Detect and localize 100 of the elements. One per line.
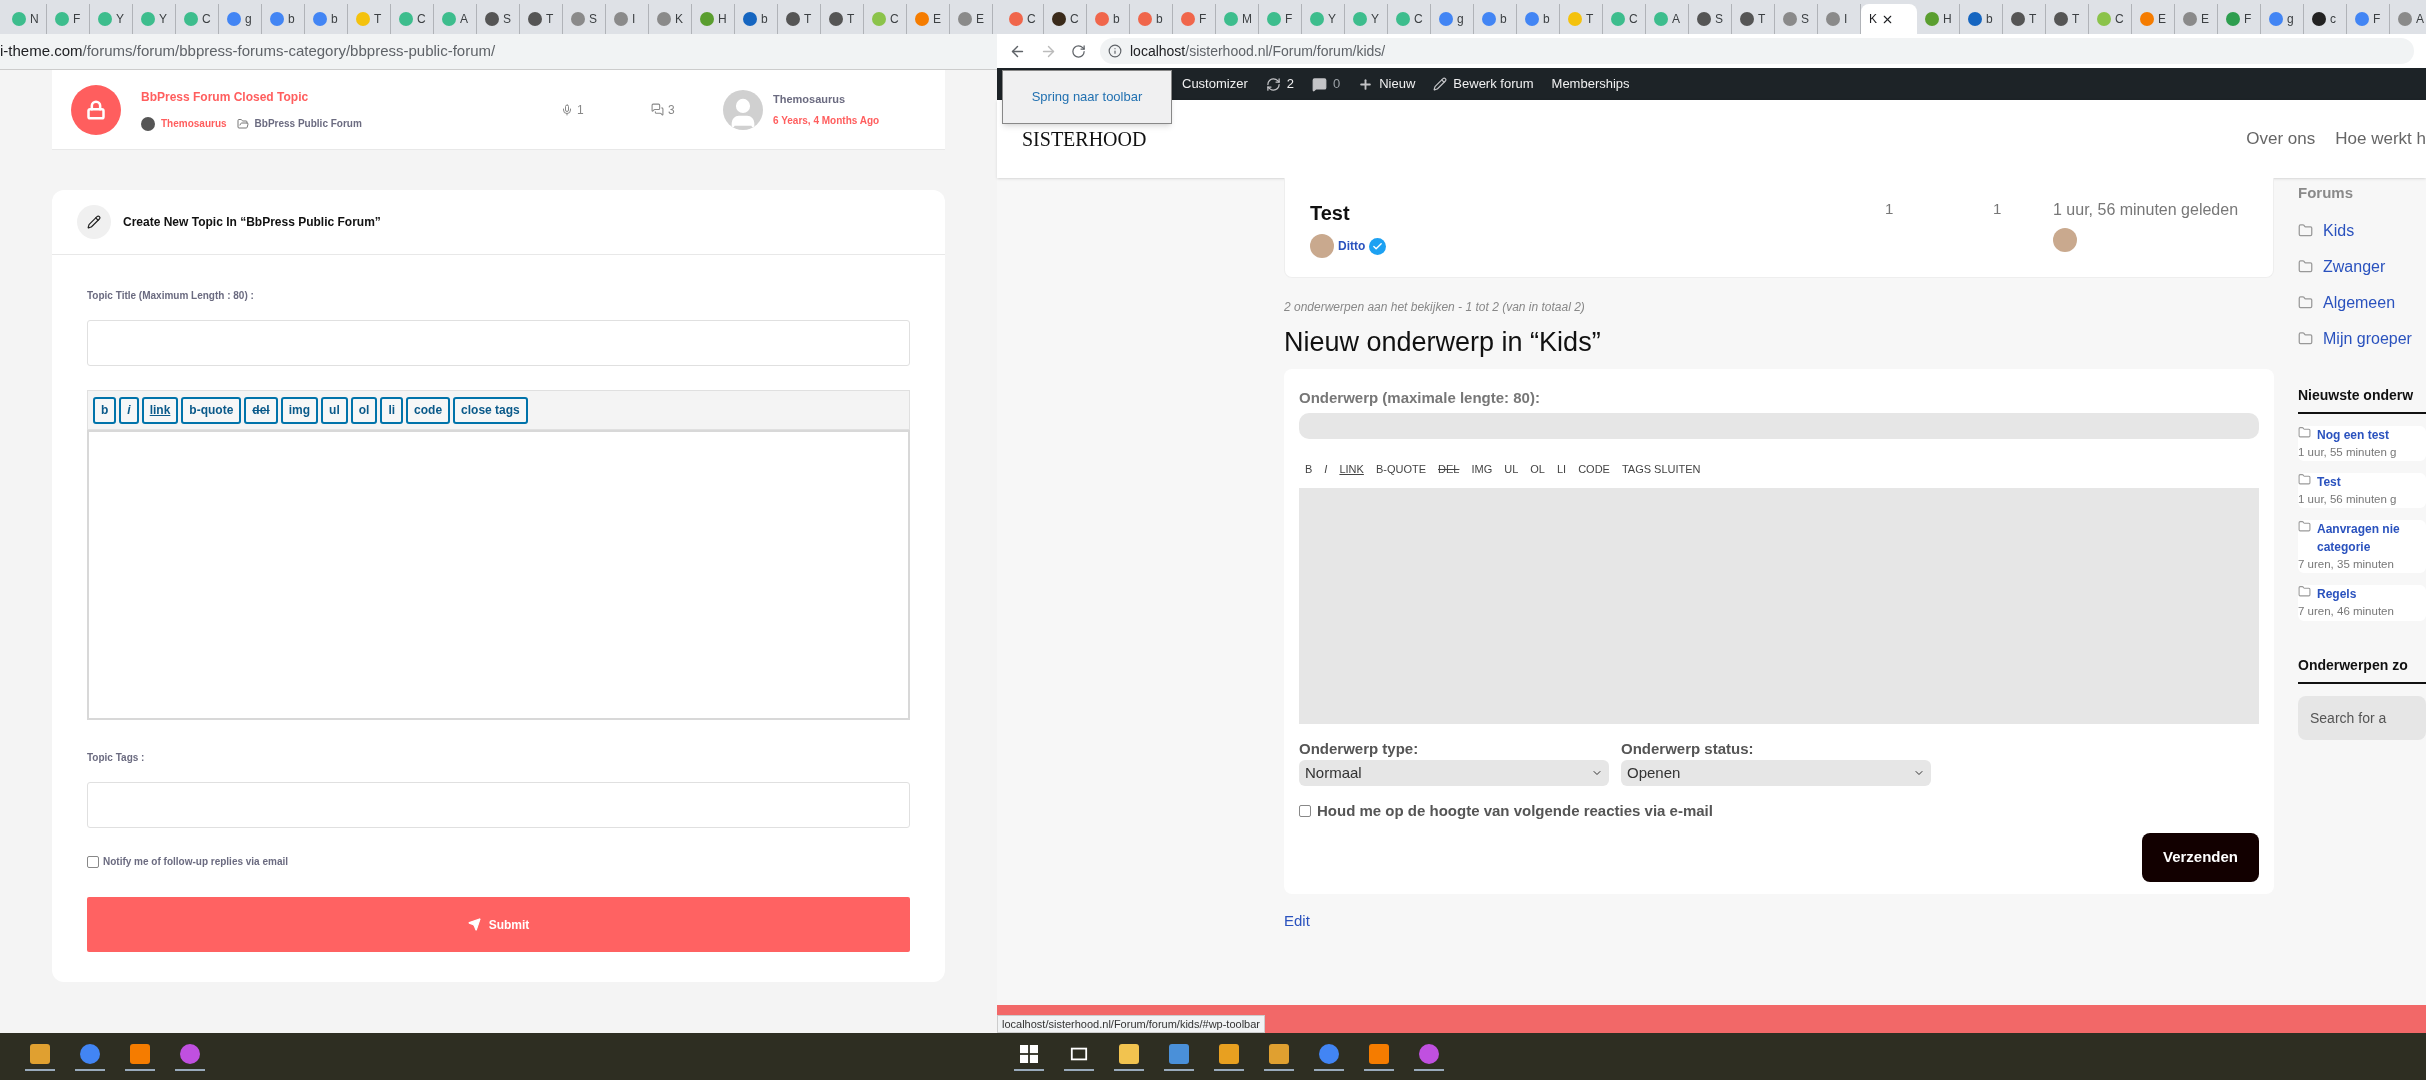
tab-title: g xyxy=(1457,11,1464,28)
avatar xyxy=(2053,228,2077,252)
admin-bar-item[interactable]: Customizer xyxy=(1182,74,1248,94)
topic-tags-input[interactable] xyxy=(87,782,910,828)
status-url: localhost/sisterhood.nl/Forum/forum/kids/#wp-toolbar xyxy=(997,1014,1265,1033)
replies-icon xyxy=(651,103,664,116)
toolbar-button[interactable]: img xyxy=(280,396,319,424)
tab-title: T xyxy=(2072,11,2080,28)
pencil-icon xyxy=(87,215,101,229)
tab-title: F xyxy=(73,11,81,28)
checkbox[interactable] xyxy=(1299,805,1311,818)
toolbar-button[interactable]: ul xyxy=(321,396,348,424)
toolbar-button[interactable]: B xyxy=(1299,461,1319,478)
topic-time: 1 uur, 56 minuten g xyxy=(2298,491,2398,507)
checkbox[interactable] xyxy=(87,855,99,868)
forum-link[interactable]: Mijn groeper xyxy=(2323,326,2412,351)
field-label: Topic Tags : xyxy=(87,751,146,765)
nav-link[interactable]: Hoe werkt h xyxy=(2335,126,2426,152)
toolbar-button[interactable]: DEL xyxy=(1432,461,1466,478)
tab-title: S xyxy=(1715,11,1723,28)
url-text: localhost/sisterhood.nl/Forum/forum/kids/ xyxy=(1130,41,1386,61)
toolbar-button[interactable]: B-QUOTE xyxy=(1369,461,1432,478)
voice-count: 1 xyxy=(577,101,584,119)
tab-title: T xyxy=(546,11,554,28)
author-link[interactable]: Ditto xyxy=(1338,237,1366,255)
skip-link[interactable]: Spring naar toolbar xyxy=(1002,70,1172,124)
tab-title: Y xyxy=(1371,11,1379,28)
toolbar-button[interactable]: i xyxy=(119,396,139,424)
tab-title: S xyxy=(503,11,511,28)
select-dropdown[interactable]: Normaal xyxy=(1299,760,1609,786)
browser-tab[interactable]: K xyxy=(1861,4,1917,34)
select-dropdown[interactable]: Openen xyxy=(1621,760,1931,786)
pencil-icon xyxy=(1433,77,1448,91)
toolbar-button[interactable]: link xyxy=(141,396,179,424)
toolbar-button[interactable]: LI xyxy=(1550,461,1573,478)
widget-heading: Nieuwste onderw xyxy=(2298,384,2426,414)
tab-title: b xyxy=(288,11,295,28)
toolbar-button[interactable]: del xyxy=(244,396,278,424)
topic-link[interactable]: Nog een test xyxy=(2317,425,2426,444)
avatar xyxy=(1310,234,1334,258)
pagination-text: 2 onderwerpen aan het bekijken - 1 tot 2 (van in totaal 2) xyxy=(1284,299,1586,316)
forum-link[interactable]: Zwanger xyxy=(2323,254,2386,279)
toolbar-button[interactable]: IMG xyxy=(1465,461,1499,478)
topic-time: 7 uren, 46 minuten xyxy=(2298,604,2395,620)
toolbar-button[interactable]: UL xyxy=(1498,461,1525,478)
tab-title: I xyxy=(632,11,636,28)
tab-title: Y xyxy=(116,11,124,28)
tab-title: F xyxy=(1285,11,1293,28)
tab-title: T xyxy=(1586,11,1594,28)
topic-link[interactable]: Regels xyxy=(2317,585,2426,604)
search-field[interactable]: Search for a xyxy=(2298,695,2426,740)
comment-icon xyxy=(1312,76,1327,92)
toolbar-button[interactable]: TAGS SLUITEN xyxy=(1615,461,1707,478)
refresh-icon xyxy=(1265,76,1281,92)
tab-title: C xyxy=(2115,11,2124,28)
tab-title: C xyxy=(202,11,211,28)
toolbar-button[interactable]: close tags xyxy=(453,396,528,424)
topic-title-input[interactable] xyxy=(1299,413,2259,439)
admin-bar-item[interactable]: 2 xyxy=(1265,74,1294,94)
tab-title: A xyxy=(2416,11,2424,28)
tab-title: g xyxy=(245,11,252,28)
toolbar-button[interactable]: LINK xyxy=(1333,461,1370,478)
forum-link[interactable]: Algemeen xyxy=(2323,290,2396,315)
submit-button[interactable]: Verzenden xyxy=(2142,832,2259,882)
tab-title: C xyxy=(1070,11,1079,28)
tab-title: S xyxy=(1801,11,1809,28)
toolbar-button[interactable]: b xyxy=(93,396,117,424)
windows-start-icon[interactable] xyxy=(1018,1042,1040,1065)
reload-icon[interactable] xyxy=(1071,43,1086,59)
info-icon xyxy=(1108,44,1122,58)
tab-title: A xyxy=(460,11,468,28)
paper-plane-icon xyxy=(467,918,481,931)
checkbox-label: Houd me op de hoogte van volgende reacties via e-mail xyxy=(1317,801,1713,821)
toolbar-button[interactable]: I xyxy=(1318,461,1334,478)
url-field[interactable]: localhost/sisterhood.nl/Forum/forum/kids/ xyxy=(1100,38,2414,64)
field-label: Onderwerp status: xyxy=(1621,738,1755,759)
toolbar-button[interactable]: li xyxy=(380,396,404,424)
toolbar-button[interactable]: b-quote xyxy=(181,396,242,424)
tab-title: b xyxy=(761,11,768,28)
admin-bar-item[interactable]: Bewerk forum xyxy=(1433,74,1534,94)
topic-title-link[interactable]: Test xyxy=(1310,198,1885,228)
toolbar-button[interactable]: code xyxy=(406,396,451,424)
site-logo[interactable]: SISTERHOOD xyxy=(1022,124,1147,154)
toolbar-button[interactable]: ol xyxy=(350,396,378,424)
admin-bar-item[interactable]: 0 xyxy=(1312,74,1341,94)
admin-bar-item[interactable]: Nieuw xyxy=(1358,74,1416,94)
forum-link[interactable]: Kids xyxy=(2323,218,2355,243)
admin-bar-item[interactable]: Memberships xyxy=(1551,74,1630,94)
toolbar-button[interactable]: CODE xyxy=(1572,461,1616,478)
field-label: Topic Title (Maximum Length : 80) : xyxy=(87,289,255,303)
nav-link[interactable]: Over ons xyxy=(2246,126,2316,152)
edit-link[interactable]: Edit xyxy=(1284,909,2274,932)
tab-title: b xyxy=(1156,11,1163,28)
topic-title-input[interactable] xyxy=(87,320,910,366)
topic-link[interactable]: Test xyxy=(2317,472,2426,491)
topic-link[interactable]: Aanvragen nie categorie xyxy=(2317,520,2426,556)
toolbar-button[interactable]: OL xyxy=(1524,461,1551,478)
tab-title: K xyxy=(675,11,683,28)
tab-title: g xyxy=(2287,11,2294,28)
forum-link[interactable]: BbPress Public Forum xyxy=(254,116,362,131)
